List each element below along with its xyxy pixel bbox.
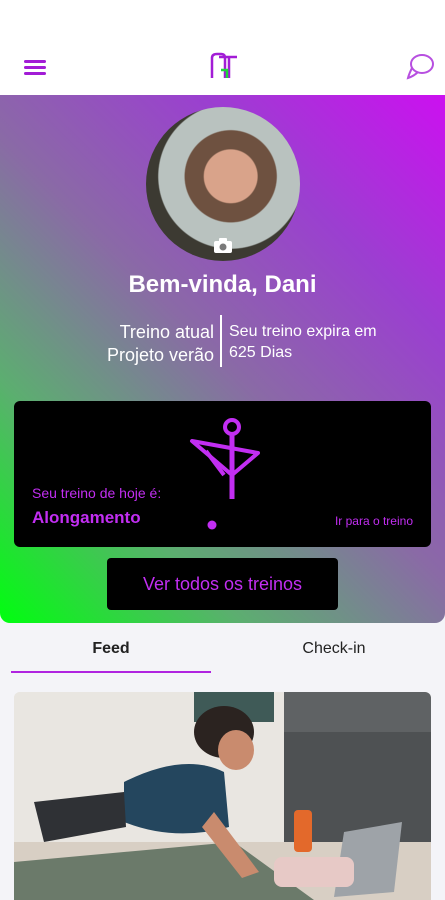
tab-check-in[interactable]: Check-in <box>234 640 434 658</box>
expiry-value: 625 Dias <box>229 344 293 361</box>
app-logo <box>210 52 237 78</box>
camera-icon[interactable] <box>212 237 234 255</box>
profile-hero: Bem-vinda, Dani Treino atual Projeto ver… <box>0 95 445 623</box>
current-workout-name: Projeto verão <box>106 345 214 365</box>
today-workout-name: Alongamento <box>32 508 141 527</box>
today-workout-card[interactable]: Seu treino de hoje é: Alongamento Ir par… <box>14 401 431 547</box>
current-workout-info: Treino atual Projeto verão <box>92 321 214 367</box>
go-to-workout-link[interactable]: Ir para o treino <box>335 514 413 528</box>
view-all-workouts-button[interactable]: Ver todos os treinos <box>107 558 338 610</box>
top-bar <box>0 0 445 95</box>
expiry-info: Seu treino expira em 625 Dias <box>229 321 399 363</box>
chat-bubble-icon[interactable] <box>406 52 436 82</box>
today-workout-label: Seu treino de hoje é: <box>32 485 162 501</box>
stretching-figure-icon <box>190 418 260 530</box>
info-divider <box>220 315 222 367</box>
active-tab-indicator <box>11 671 211 673</box>
expiry-label: Seu treino expira em <box>229 323 377 340</box>
current-workout-label: Treino atual <box>119 322 214 342</box>
welcome-heading: Bem-vinda, Dani <box>128 271 317 298</box>
tab-feed[interactable]: Feed <box>11 640 211 658</box>
feed-photo-illustration <box>14 692 431 900</box>
hamburger-menu-icon[interactable] <box>24 58 48 78</box>
feed-post-image[interactable] <box>14 692 431 900</box>
